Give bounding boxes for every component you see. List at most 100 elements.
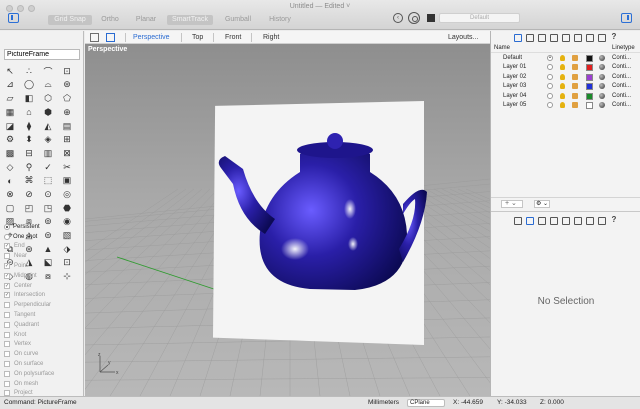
tool-button[interactable]: ◈ bbox=[41, 133, 55, 146]
tool-button[interactable]: ◎ bbox=[60, 188, 74, 201]
layer-row[interactable]: Layer 04 Conti... bbox=[491, 92, 640, 101]
osnap-option[interactable]: Tangent bbox=[4, 310, 82, 320]
checkbox-checked-icon[interactable]: ✓ bbox=[4, 292, 10, 299]
layer-color-swatch[interactable] bbox=[586, 83, 593, 91]
osnap-option[interactable]: ✓ Intersection bbox=[4, 291, 82, 301]
tool-button[interactable]: ⌒ bbox=[41, 65, 55, 78]
current-layer-radio-icon[interactable] bbox=[547, 73, 553, 80]
tool-button[interactable]: ⌘ bbox=[22, 175, 36, 188]
lightbulb-icon[interactable] bbox=[560, 73, 565, 80]
tool-button[interactable]: ⧫ bbox=[22, 120, 36, 133]
tool-button[interactable]: ∴ bbox=[22, 65, 36, 78]
layer-color-swatch[interactable] bbox=[586, 92, 593, 100]
tools-tab-icon[interactable] bbox=[586, 216, 594, 225]
gumball-toggle[interactable]: Gumball bbox=[220, 15, 256, 25]
checkbox-icon[interactable] bbox=[4, 253, 10, 260]
material-icon[interactable] bbox=[599, 73, 605, 80]
command-history-line[interactable]: Command: PictureFrame bbox=[4, 397, 77, 409]
layer-color-swatch[interactable] bbox=[586, 64, 593, 72]
current-layer-radio-icon[interactable] bbox=[547, 83, 553, 90]
material-icon[interactable] bbox=[599, 55, 605, 61]
checkbox-icon[interactable] bbox=[4, 321, 10, 328]
layer-row[interactable]: Layer 02 Conti... bbox=[491, 73, 640, 82]
current-layer-radio-icon[interactable]: • bbox=[547, 55, 553, 61]
tool-button[interactable]: ▩ bbox=[3, 147, 17, 160]
current-layer-radio-icon[interactable] bbox=[547, 92, 553, 99]
layer-color-swatch[interactable] bbox=[586, 73, 593, 81]
tool-button[interactable]: ⊡ bbox=[60, 65, 74, 78]
tool-button[interactable]: ⚙ bbox=[3, 133, 17, 146]
layer-name[interactable]: Layer 05 bbox=[503, 102, 526, 108]
camera-tab-icon[interactable] bbox=[550, 33, 558, 42]
ortho-toggle[interactable]: Ortho bbox=[96, 15, 124, 25]
osnap-option[interactable]: On surface bbox=[4, 359, 82, 369]
tool-button[interactable]: ▢ bbox=[3, 202, 17, 215]
camera-tab-icon[interactable] bbox=[550, 216, 558, 225]
sun-tab-icon[interactable] bbox=[598, 216, 606, 225]
osnap-option[interactable]: ✓ Center bbox=[4, 281, 82, 291]
checkbox-icon[interactable] bbox=[4, 351, 10, 358]
layer-row[interactable]: Layer 01 Conti... bbox=[491, 63, 640, 72]
layer-name[interactable]: Layer 01 bbox=[503, 64, 526, 70]
current-layer-radio-icon[interactable] bbox=[547, 101, 553, 108]
osnap-option[interactable]: On mesh bbox=[4, 379, 82, 389]
checkbox-icon[interactable] bbox=[4, 331, 10, 338]
layouts-button[interactable]: Layouts... bbox=[448, 33, 478, 42]
osnap-option[interactable]: Knot bbox=[4, 330, 82, 340]
tool-button[interactable]: ◳ bbox=[41, 202, 55, 215]
checkbox-checked-icon[interactable]: ✓ bbox=[4, 243, 10, 250]
osnap-option[interactable]: Vertex bbox=[4, 340, 82, 350]
osnap-option[interactable]: Near bbox=[4, 251, 82, 261]
checkbox-icon[interactable] bbox=[4, 361, 10, 368]
layer-linetype[interactable]: Conti... bbox=[612, 93, 631, 99]
tool-button[interactable]: ▥ bbox=[41, 147, 55, 160]
checkbox-checked-icon[interactable]: ✓ bbox=[4, 272, 10, 279]
linetype-column-header[interactable]: Linetype bbox=[612, 45, 635, 51]
layer-color-swatch[interactable] bbox=[586, 101, 593, 109]
layer-row[interactable]: Default • Conti... bbox=[491, 54, 640, 63]
smarttrack-toggle[interactable]: SmartTrack bbox=[167, 15, 213, 25]
grid-snap-toggle[interactable]: Grid Snap bbox=[48, 15, 92, 25]
tool-button[interactable]: ◯ bbox=[22, 79, 36, 92]
tool-button[interactable]: ◧ bbox=[22, 92, 36, 105]
left-sidebar-toggle-icon[interactable] bbox=[8, 13, 19, 23]
checkbox-icon[interactable] bbox=[4, 312, 10, 319]
tool-button[interactable]: ⬣ bbox=[60, 202, 74, 215]
checkbox-icon[interactable] bbox=[4, 341, 10, 348]
osnap-option[interactable]: On curve bbox=[4, 349, 82, 359]
osnap-option[interactable]: ✓ Midpoint bbox=[4, 271, 82, 281]
lock-icon[interactable] bbox=[572, 55, 578, 61]
lightbulb-icon[interactable] bbox=[560, 101, 565, 108]
tool-button[interactable]: ⌓ bbox=[41, 79, 55, 92]
named-views-icon[interactable] bbox=[574, 216, 582, 225]
osnap-option[interactable]: ✓ End bbox=[4, 242, 82, 252]
tool-button[interactable]: ↖ bbox=[3, 65, 17, 78]
tool-button[interactable]: ⬠ bbox=[60, 92, 74, 105]
sun-tab-icon[interactable] bbox=[598, 33, 606, 42]
history-toggle[interactable]: History bbox=[264, 15, 296, 25]
tool-button[interactable]: ⊕ bbox=[60, 106, 74, 119]
layer-name[interactable]: Layer 04 bbox=[503, 93, 526, 99]
tool-button[interactable]: ◐ bbox=[3, 175, 17, 188]
material-icon[interactable] bbox=[599, 83, 605, 90]
checkbox-checked-icon[interactable]: ✓ bbox=[4, 263, 10, 270]
tool-button[interactable]: ◪ bbox=[3, 120, 17, 133]
command-input[interactable] bbox=[4, 49, 80, 60]
layer-name[interactable]: Default bbox=[503, 55, 522, 61]
checkbox-checked-icon[interactable]: ✓ bbox=[4, 282, 10, 289]
viewport-grid-icon[interactable] bbox=[90, 33, 99, 42]
tool-button[interactable]: ✂ bbox=[60, 161, 74, 174]
tool-button[interactable]: ⊠ bbox=[60, 147, 74, 160]
tab-top[interactable]: Top bbox=[192, 33, 203, 42]
lock-icon[interactable] bbox=[572, 92, 578, 99]
layer-linetype[interactable]: Conti... bbox=[612, 83, 631, 89]
layer-linetype[interactable]: Conti... bbox=[612, 55, 631, 61]
tool-button[interactable]: ▤ bbox=[60, 120, 74, 133]
tool-button[interactable]: ⊟ bbox=[22, 147, 36, 160]
tool-button[interactable]: ⊞ bbox=[60, 133, 74, 146]
grid-tab-icon[interactable] bbox=[562, 33, 570, 42]
layer-linetype[interactable]: Conti... bbox=[612, 102, 631, 108]
checkbox-icon[interactable] bbox=[4, 380, 10, 387]
lock-icon[interactable] bbox=[572, 83, 578, 90]
display-tab-icon[interactable] bbox=[538, 216, 546, 225]
